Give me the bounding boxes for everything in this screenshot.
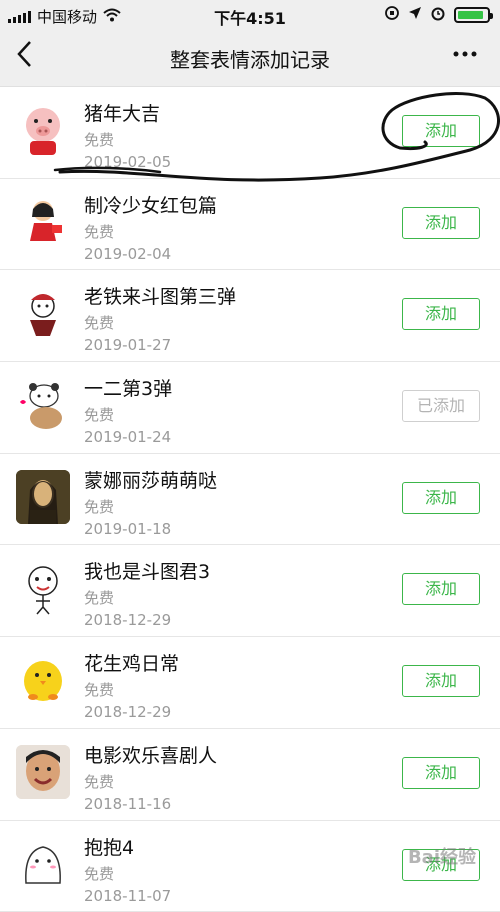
pack-date: 2018-11-16 (84, 795, 171, 813)
list-item: 一二第3弹 免费 2019-01-24 已添加 (0, 362, 500, 454)
list-item: 蒙娜丽莎萌萌哒 免费 2019-01-18 添加 (0, 454, 500, 546)
pack-name: 花生鸡日常 (84, 649, 179, 676)
list-item: 我也是斗图君3 免费 2018-12-29 添加 (0, 545, 500, 637)
pack-price: 免费 (84, 587, 114, 608)
add-button[interactable]: 添加 (402, 573, 480, 605)
pack-date: 2019-01-27 (84, 336, 171, 354)
added-button[interactable]: 已添加 (402, 390, 480, 422)
rotation-lock-icon (384, 5, 400, 25)
alarm-icon (430, 5, 446, 25)
pack-name: 一二第3弹 (84, 374, 172, 401)
pack-name: 抱抱4 (84, 833, 134, 860)
pack-price: 免费 (84, 771, 114, 792)
add-button[interactable]: 添加 (402, 298, 480, 330)
status-bar: 中国移动 下午4:51 (0, 0, 500, 28)
pack-date: 2019-01-24 (84, 428, 171, 446)
add-button[interactable]: 添加 (402, 115, 480, 147)
add-button[interactable]: 添加 (402, 757, 480, 789)
watermark: Bai经验 (408, 843, 476, 869)
more-dots-icon[interactable] (452, 38, 478, 75)
pack-price: 免费 (84, 496, 114, 517)
pack-price: 免费 (84, 129, 114, 150)
location-icon (408, 6, 422, 24)
pig-sticker (16, 103, 70, 157)
list-item: 电影欢乐喜剧人 免费 2018-11-16 添加 (0, 729, 500, 821)
pack-date: 2019-02-04 (84, 245, 171, 263)
pack-name: 猪年大吉 (84, 99, 160, 126)
hat-guy-sticker (16, 286, 70, 340)
bears-sticker (16, 378, 70, 432)
sticker-pack-list: 猪年大吉 免费 2019-02-05 添加 制冷少女红包篇 免费 2019-02… (0, 87, 500, 912)
pack-date: 2019-01-18 (84, 520, 171, 538)
pack-name: 蒙娜丽莎萌萌哒 (84, 466, 217, 493)
add-button[interactable]: 添加 (402, 207, 480, 239)
girl-red-dress-sticker (16, 195, 70, 249)
pack-price: 免费 (84, 312, 114, 333)
battery-icon (454, 7, 490, 23)
pack-date: 2018-12-29 (84, 611, 171, 629)
list-item: 老铁来斗图第三弹 免费 2019-01-27 添加 (0, 270, 500, 362)
pack-price: 免费 (84, 679, 114, 700)
list-item: 猪年大吉 免费 2019-02-05 添加 (0, 87, 500, 179)
list-item: 制冷少女红包篇 免费 2019-02-04 添加 (0, 179, 500, 271)
pack-name: 老铁来斗图第三弹 (84, 282, 236, 309)
pack-name: 我也是斗图君3 (84, 557, 210, 584)
pack-date: 2018-12-29 (84, 703, 171, 721)
pack-date: 2018-11-07 (84, 887, 171, 905)
pack-price: 免费 (84, 404, 114, 425)
mona-lisa-sticker (16, 470, 70, 524)
add-button[interactable]: 添加 (402, 665, 480, 697)
page-title: 整套表情添加记录 (0, 44, 500, 73)
doodle-face-sticker (16, 561, 70, 615)
yellow-chick-sticker (16, 653, 70, 707)
comedian-face-sticker (16, 745, 70, 799)
add-button[interactable]: 添加 (402, 482, 480, 514)
pack-name: 电影欢乐喜剧人 (84, 741, 217, 768)
pack-price: 免费 (84, 863, 114, 884)
pack-price: 免费 (84, 221, 114, 242)
pack-date: 2019-02-05 (84, 153, 171, 171)
pack-name: 制冷少女红包篇 (84, 191, 217, 218)
hug-ghost-sticker (16, 837, 70, 891)
navigation-bar: 整套表情添加记录 (0, 28, 500, 87)
list-item: 花生鸡日常 免费 2018-12-29 添加 (0, 637, 500, 729)
